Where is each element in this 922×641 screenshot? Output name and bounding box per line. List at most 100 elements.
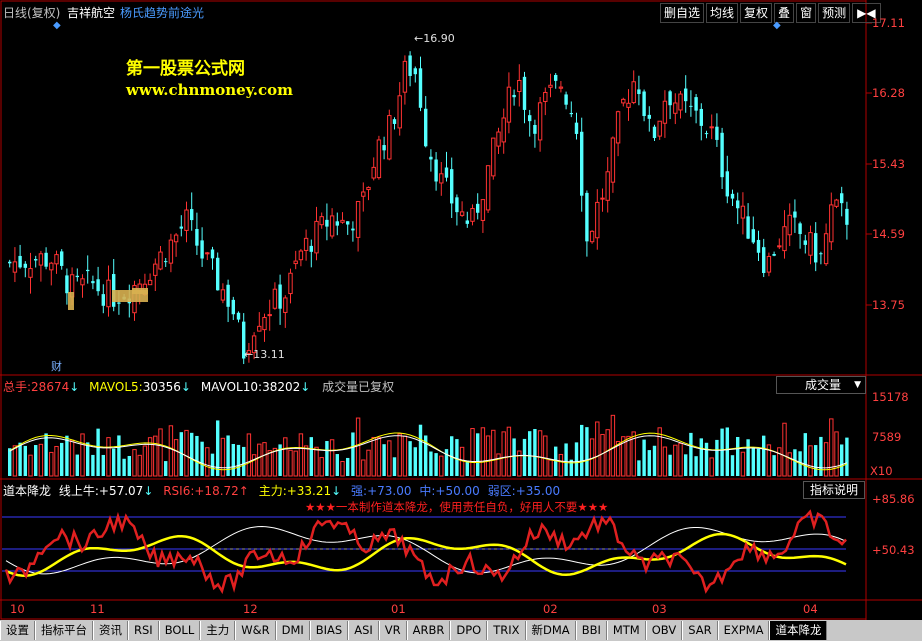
candle-body xyxy=(153,263,158,276)
volume-bar xyxy=(173,439,179,477)
tab-3[interactable]: RSI xyxy=(128,621,159,640)
candle-body xyxy=(12,261,18,273)
ma-button[interactable]: 均线 xyxy=(706,3,739,23)
candle-body xyxy=(117,302,121,304)
volume-bar xyxy=(662,446,668,477)
volume-selector[interactable]: 成交量 ▼ xyxy=(776,376,866,394)
candle-body xyxy=(293,260,298,265)
period-label[interactable]: 日线(复权) xyxy=(3,4,60,21)
volume-bar xyxy=(642,439,646,476)
candle-body xyxy=(580,131,584,196)
candle-body xyxy=(637,89,641,95)
candle-body xyxy=(615,111,621,144)
candle-body xyxy=(65,275,69,294)
stock-name[interactable]: 吉祥航空 xyxy=(67,4,115,21)
tab-5[interactable]: 主力 xyxy=(200,621,236,640)
candle-body xyxy=(496,131,501,147)
volume-bar xyxy=(335,454,339,476)
candle-body xyxy=(798,223,802,235)
candle-body xyxy=(574,122,579,134)
candle-body xyxy=(662,100,668,124)
volume-bar xyxy=(293,450,298,477)
tab-8[interactable]: BIAS xyxy=(309,621,349,640)
tab-13[interactable]: TRIX xyxy=(487,621,526,640)
marker-diamond-icon: ◆ xyxy=(773,20,781,31)
tab-7[interactable]: DMI xyxy=(275,621,310,640)
candle-body xyxy=(387,115,392,160)
forecast-button[interactable]: 预测 xyxy=(818,3,851,23)
volume-bar xyxy=(840,444,844,476)
volume-note: 成交量已复权 xyxy=(322,380,395,394)
candle-body xyxy=(537,102,543,141)
tab-18[interactable]: SAR xyxy=(682,621,718,640)
volume-bar xyxy=(408,441,412,476)
window-button[interactable]: 窗 xyxy=(796,3,817,23)
candle-body xyxy=(309,245,313,252)
candle-body xyxy=(38,253,44,266)
tab-16[interactable]: MTM xyxy=(606,621,646,640)
tab-0[interactable]: 设置 xyxy=(0,621,35,640)
candle-body xyxy=(621,98,626,104)
volume-bar xyxy=(777,447,782,477)
tab-19[interactable]: EXPMA xyxy=(717,621,770,640)
volume-bar xyxy=(543,435,548,477)
volume-bar xyxy=(262,442,267,477)
finance-marker[interactable]: 财 xyxy=(51,358,62,374)
tab-17[interactable]: OBV xyxy=(645,621,683,640)
candle-body xyxy=(470,208,475,222)
volume-bar xyxy=(376,437,382,477)
delete-watchlist-button[interactable]: 删自选 xyxy=(660,3,705,23)
candle-body xyxy=(647,114,651,119)
volume-bar xyxy=(75,454,79,476)
candle-body xyxy=(44,252,48,267)
chevron-down-icon: ▼ xyxy=(854,380,861,390)
volume-bar xyxy=(585,427,589,476)
volume-bar xyxy=(657,427,662,477)
volume-bar xyxy=(205,447,210,477)
candle-body xyxy=(23,263,27,268)
volume-bar xyxy=(8,448,12,476)
tab-4[interactable]: BOLL xyxy=(158,621,201,640)
candle-body xyxy=(60,251,64,266)
candle-body xyxy=(684,88,688,102)
tab-15[interactable]: BBI xyxy=(575,621,607,640)
tab-12[interactable]: DPO xyxy=(450,621,488,640)
tab-6[interactable]: W&R xyxy=(235,621,276,640)
candle-body xyxy=(678,93,683,111)
volume-bar xyxy=(605,429,610,477)
restore-right-button[interactable]: 复权 xyxy=(740,3,773,23)
volume-bar xyxy=(746,439,750,476)
candle-body xyxy=(715,126,719,140)
tab-14[interactable]: 新DMA xyxy=(525,621,576,640)
candle-body xyxy=(819,253,823,255)
total-volume-label: 总手: xyxy=(3,380,32,394)
volume-bar xyxy=(439,455,444,477)
tab-11[interactable]: ARBR xyxy=(406,621,451,640)
mid-value: +50.00 xyxy=(435,484,480,498)
indicator-tick: +50.43 xyxy=(872,543,915,557)
volume-bar xyxy=(142,445,148,477)
tab-9[interactable]: ASI xyxy=(348,621,379,640)
candle-body xyxy=(455,197,459,213)
candle-body xyxy=(376,139,382,179)
candle-body xyxy=(808,232,813,256)
volume-bar xyxy=(512,438,516,476)
volume-bar xyxy=(44,433,48,476)
tab-10[interactable]: VR xyxy=(378,621,407,640)
volume-bar xyxy=(190,432,194,476)
tab-1[interactable]: 指标平台 xyxy=(35,621,93,640)
volume-bar xyxy=(355,417,361,477)
candle-body xyxy=(434,159,438,182)
tab-20[interactable]: 道本降龙 xyxy=(769,621,828,640)
volume-bar xyxy=(298,433,304,477)
indicator-help-button[interactable]: 指标说明 xyxy=(803,481,865,499)
indicator-name[interactable]: 杨氏趋势前途光 xyxy=(120,4,204,21)
volume-bar xyxy=(272,447,278,477)
tab-2[interactable]: 资讯 xyxy=(93,621,128,640)
candle-body xyxy=(652,126,657,139)
volume-bar xyxy=(730,455,735,476)
candle-body xyxy=(179,226,183,229)
volume-bar xyxy=(34,445,38,476)
main-force-line xyxy=(5,532,847,577)
candle-body xyxy=(355,201,361,238)
